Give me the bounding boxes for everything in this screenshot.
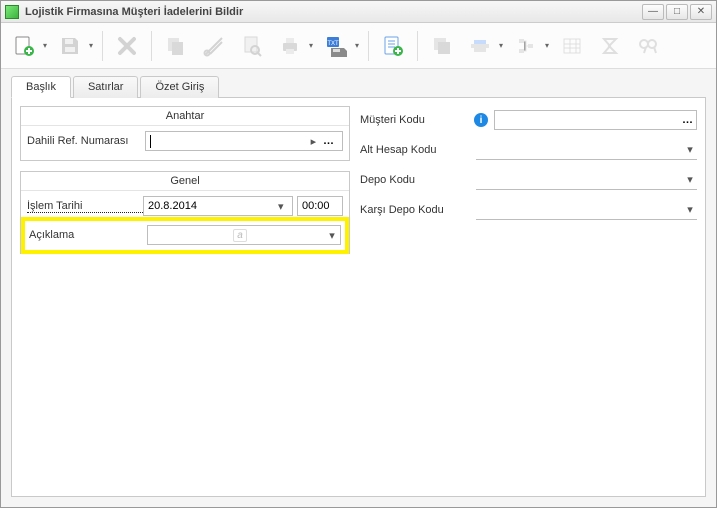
maximize-icon: □ xyxy=(674,6,680,17)
toolbar-separator xyxy=(368,31,369,61)
islem-tarihi-date-field[interactable]: ▾ xyxy=(143,196,293,216)
delete-button xyxy=(110,29,144,63)
depo-label: Depo Kodu xyxy=(360,174,470,186)
aciklama-field[interactable]: a ▾ xyxy=(147,225,341,245)
depo-dropdown-icon[interactable]: ▾ xyxy=(683,173,697,186)
islem-tarihi-date-input[interactable] xyxy=(148,200,274,212)
tabs: Başlık Satırlar Özet Giriş xyxy=(11,75,706,98)
new-dropdown[interactable]: ▾ xyxy=(41,41,49,50)
clipboard-dropdown[interactable]: ▾ xyxy=(497,41,505,50)
karsi-depo-dropdown-icon[interactable]: ▾ xyxy=(683,203,697,216)
group-genel: Genel İşlem Tarihi ▾ xyxy=(20,171,350,254)
grid-button xyxy=(555,29,589,63)
tab-panel: Anahtar Dahili Ref. Numarası ▸ … xyxy=(11,98,706,497)
musteri-kodu-input[interactable] xyxy=(499,114,682,126)
find-button xyxy=(631,29,665,63)
stack-button xyxy=(425,29,459,63)
group-genel-header: Genel xyxy=(21,172,349,191)
depo-field[interactable]: ▾ xyxy=(476,170,697,190)
minimize-button[interactable]: — xyxy=(642,4,664,20)
minimize-icon: — xyxy=(648,6,658,17)
export-dropdown[interactable]: ▾ xyxy=(353,41,361,50)
save-button xyxy=(53,29,87,63)
clipboard-button xyxy=(463,29,497,63)
right-column: Müşteri Kodu i … Alt Hesap Kodu ▾ Depo xyxy=(360,106,697,488)
tab-baslik[interactable]: Başlık xyxy=(11,76,71,98)
dahili-ref-field[interactable]: ▸ … xyxy=(145,131,343,151)
aciklama-dropdown-icon[interactable]: ▾ xyxy=(324,229,340,242)
new-button[interactable] xyxy=(7,29,41,63)
app-window: Lojistik Firmasına Müşteri İadelerini Bi… xyxy=(0,0,717,508)
dahili-ref-label: Dahili Ref. Numarası xyxy=(27,135,145,147)
window-title: Lojistik Firmasına Müşteri İadelerini Bi… xyxy=(25,6,642,18)
tree-dropdown[interactable]: ▾ xyxy=(543,41,551,50)
text-style-icon[interactable]: a xyxy=(233,229,247,242)
print-dropdown[interactable]: ▾ xyxy=(307,41,315,50)
dahili-ref-input[interactable] xyxy=(151,135,307,147)
info-icon[interactable]: i xyxy=(474,113,488,127)
toolbar: ▾ ▾ ▾ TXT xyxy=(1,23,716,69)
toolbar-separator xyxy=(417,31,418,61)
cut-button xyxy=(197,29,231,63)
close-icon: ✕ xyxy=(697,6,705,17)
alt-hesap-field[interactable]: ▾ xyxy=(476,140,697,160)
sum-button xyxy=(593,29,627,63)
date-dropdown-icon[interactable]: ▾ xyxy=(274,200,288,213)
musteri-kodu-field[interactable]: … xyxy=(494,110,697,130)
islem-tarihi-time-input[interactable] xyxy=(302,200,338,212)
svg-text:TXT: TXT xyxy=(327,41,339,47)
preview-button xyxy=(235,29,269,63)
musteri-kodu-lookup-icon[interactable]: … xyxy=(682,114,694,126)
app-icon xyxy=(5,5,19,19)
tree-button xyxy=(509,29,543,63)
alt-hesap-dropdown-icon[interactable]: ▾ xyxy=(683,143,697,156)
karsi-depo-label: Karşı Depo Kodu xyxy=(360,204,470,216)
new-doc-plus-button[interactable] xyxy=(376,29,410,63)
export-button[interactable]: TXT xyxy=(319,29,353,63)
karsi-depo-field[interactable]: ▾ xyxy=(476,200,697,220)
dahili-ref-lookup-icon[interactable]: … xyxy=(320,135,338,147)
left-column: Anahtar Dahili Ref. Numarası ▸ … xyxy=(20,106,350,488)
dahili-ref-nav-icon[interactable]: ▸ xyxy=(307,135,320,148)
titlebar: Lojistik Firmasına Müşteri İadelerini Bi… xyxy=(1,1,716,23)
print-button xyxy=(273,29,307,63)
islem-tarihi-label: İşlem Tarihi xyxy=(27,200,143,213)
content-area: Başlık Satırlar Özet Giriş Anahtar Dahil… xyxy=(1,69,716,507)
aciklama-label: Açıklama xyxy=(29,229,147,241)
islem-tarihi-time-field[interactable] xyxy=(297,196,343,216)
copy-button xyxy=(159,29,193,63)
close-button[interactable]: ✕ xyxy=(690,4,712,20)
tab-ozet-giris[interactable]: Özet Giriş xyxy=(140,76,219,98)
group-anahtar-header: Anahtar xyxy=(21,107,349,126)
alt-hesap-label: Alt Hesap Kodu xyxy=(360,144,470,156)
save-dropdown[interactable]: ▾ xyxy=(87,41,95,50)
maximize-button[interactable]: □ xyxy=(666,4,688,20)
tab-satirlar[interactable]: Satırlar xyxy=(73,76,138,98)
toolbar-separator xyxy=(151,31,152,61)
highlight-aciklama: Açıklama a ▾ xyxy=(21,217,349,254)
group-anahtar: Anahtar Dahili Ref. Numarası ▸ … xyxy=(20,106,350,161)
musteri-kodu-label: Müşteri Kodu xyxy=(360,114,470,126)
toolbar-separator xyxy=(102,31,103,61)
